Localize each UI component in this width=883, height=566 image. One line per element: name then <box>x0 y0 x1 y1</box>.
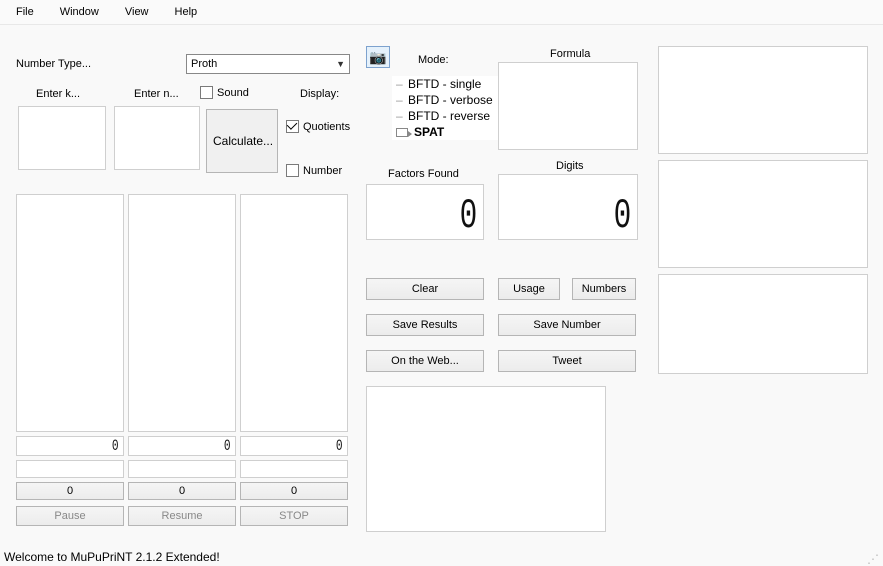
status-bar: Welcome to MuPuPriNT 2.1.2 Extended! <box>4 550 220 564</box>
mode-item-bftd-reverse[interactable]: – BFTD - reverse <box>392 108 512 124</box>
mode-tree[interactable]: – BFTD - single – BFTD - verbose – BFTD … <box>392 76 512 140</box>
number-checkbox[interactable]: Number <box>286 164 342 177</box>
numbers-button[interactable]: Numbers <box>572 278 636 300</box>
progress-field-2[interactable] <box>128 460 236 478</box>
menu-view[interactable]: View <box>115 4 159 20</box>
counter-button-1[interactable]: 0 <box>16 482 124 500</box>
progress-field-1[interactable] <box>16 460 124 478</box>
formula-area[interactable] <box>498 62 638 150</box>
resume-button[interactable]: Resume <box>128 506 236 526</box>
enter-n-label: Enter n... <box>134 88 179 100</box>
lcd-small-2: 0 <box>128 436 236 456</box>
lcd-small-1-value: 0 <box>112 437 119 455</box>
lcd-small-1: 0 <box>16 436 124 456</box>
calculate-button[interactable]: Calculate... <box>206 109 278 173</box>
formula-label: Formula <box>550 48 590 60</box>
lcd-small-3: 0 <box>240 436 348 456</box>
side-panel-1[interactable] <box>658 46 868 154</box>
side-panel-3[interactable] <box>658 274 868 374</box>
quotients-checkbox-input[interactable] <box>286 120 299 133</box>
mode-item-spat[interactable]: SPAT <box>392 124 512 140</box>
factors-found-label: Factors Found <box>388 168 459 180</box>
side-panel-4 <box>614 386 870 532</box>
display-label: Display: <box>300 88 339 100</box>
enter-k-field[interactable] <box>18 106 106 170</box>
factors-found-value: 0 <box>459 195 477 237</box>
number-checkbox-label: Number <box>303 165 342 177</box>
output-area-3[interactable] <box>240 194 348 432</box>
quotients-checkbox-label: Quotients <box>303 121 350 133</box>
output-area-main[interactable] <box>366 386 606 532</box>
pause-button[interactable]: Pause <box>16 506 124 526</box>
enter-k-label: Enter k... <box>36 88 80 100</box>
output-area-1[interactable] <box>16 194 124 432</box>
side-panel-2[interactable] <box>658 160 868 268</box>
tree-dash-icon: – <box>396 77 402 91</box>
camera-icon: 📷 <box>369 49 386 66</box>
camera-button[interactable]: 📷 <box>366 46 390 68</box>
resize-grip-icon[interactable]: ⋰ <box>867 552 879 564</box>
tree-dash-icon: – <box>396 109 402 123</box>
progress-field-3[interactable] <box>240 460 348 478</box>
counter-button-2[interactable]: 0 <box>128 482 236 500</box>
enter-n-field[interactable] <box>114 106 200 170</box>
lcd-small-2-value: 0 <box>224 437 231 455</box>
mode-label: Mode: <box>418 54 449 66</box>
client-area: Number Type... Proth ▼ Enter k... Enter … <box>0 24 883 548</box>
sound-checkbox-label: Sound <box>217 87 249 99</box>
menu-bar: File Window View Help <box>0 0 883 25</box>
menu-file[interactable]: File <box>6 4 44 20</box>
sound-checkbox-input[interactable] <box>200 86 213 99</box>
tree-dash-icon: – <box>396 93 402 107</box>
digits-label: Digits <box>556 160 584 172</box>
number-type-dropdown[interactable]: Proth ▼ <box>186 54 350 74</box>
digits-panel: 0 <box>498 174 638 240</box>
tweet-button[interactable]: Tweet <box>498 350 636 372</box>
mode-item-bftd-single[interactable]: – BFTD - single <box>392 76 512 92</box>
clear-button[interactable]: Clear <box>366 278 484 300</box>
number-type-label: Number Type... <box>16 58 91 70</box>
stop-button[interactable]: STOP <box>240 506 348 526</box>
counter-button-3[interactable]: 0 <box>240 482 348 500</box>
mode-item-bftd-verbose[interactable]: – BFTD - verbose <box>392 92 512 108</box>
factors-found-panel: 0 <box>366 184 484 240</box>
output-area-2[interactable] <box>128 194 236 432</box>
lcd-small-3-value: 0 <box>336 437 343 455</box>
tree-select-icon <box>396 128 408 137</box>
save-number-button[interactable]: Save Number <box>498 314 636 336</box>
menu-window[interactable]: Window <box>50 4 109 20</box>
sound-checkbox[interactable]: Sound <box>200 86 249 99</box>
digits-value: 0 <box>613 195 631 237</box>
quotients-checkbox[interactable]: Quotients <box>286 120 350 133</box>
usage-button[interactable]: Usage <box>498 278 560 300</box>
on-the-web-button[interactable]: On the Web... <box>366 350 484 372</box>
menu-help[interactable]: Help <box>165 4 208 20</box>
save-results-button[interactable]: Save Results <box>366 314 484 336</box>
number-type-value: Proth <box>191 58 217 70</box>
number-checkbox-input[interactable] <box>286 164 299 177</box>
dropdown-arrow-icon: ▼ <box>336 59 345 69</box>
